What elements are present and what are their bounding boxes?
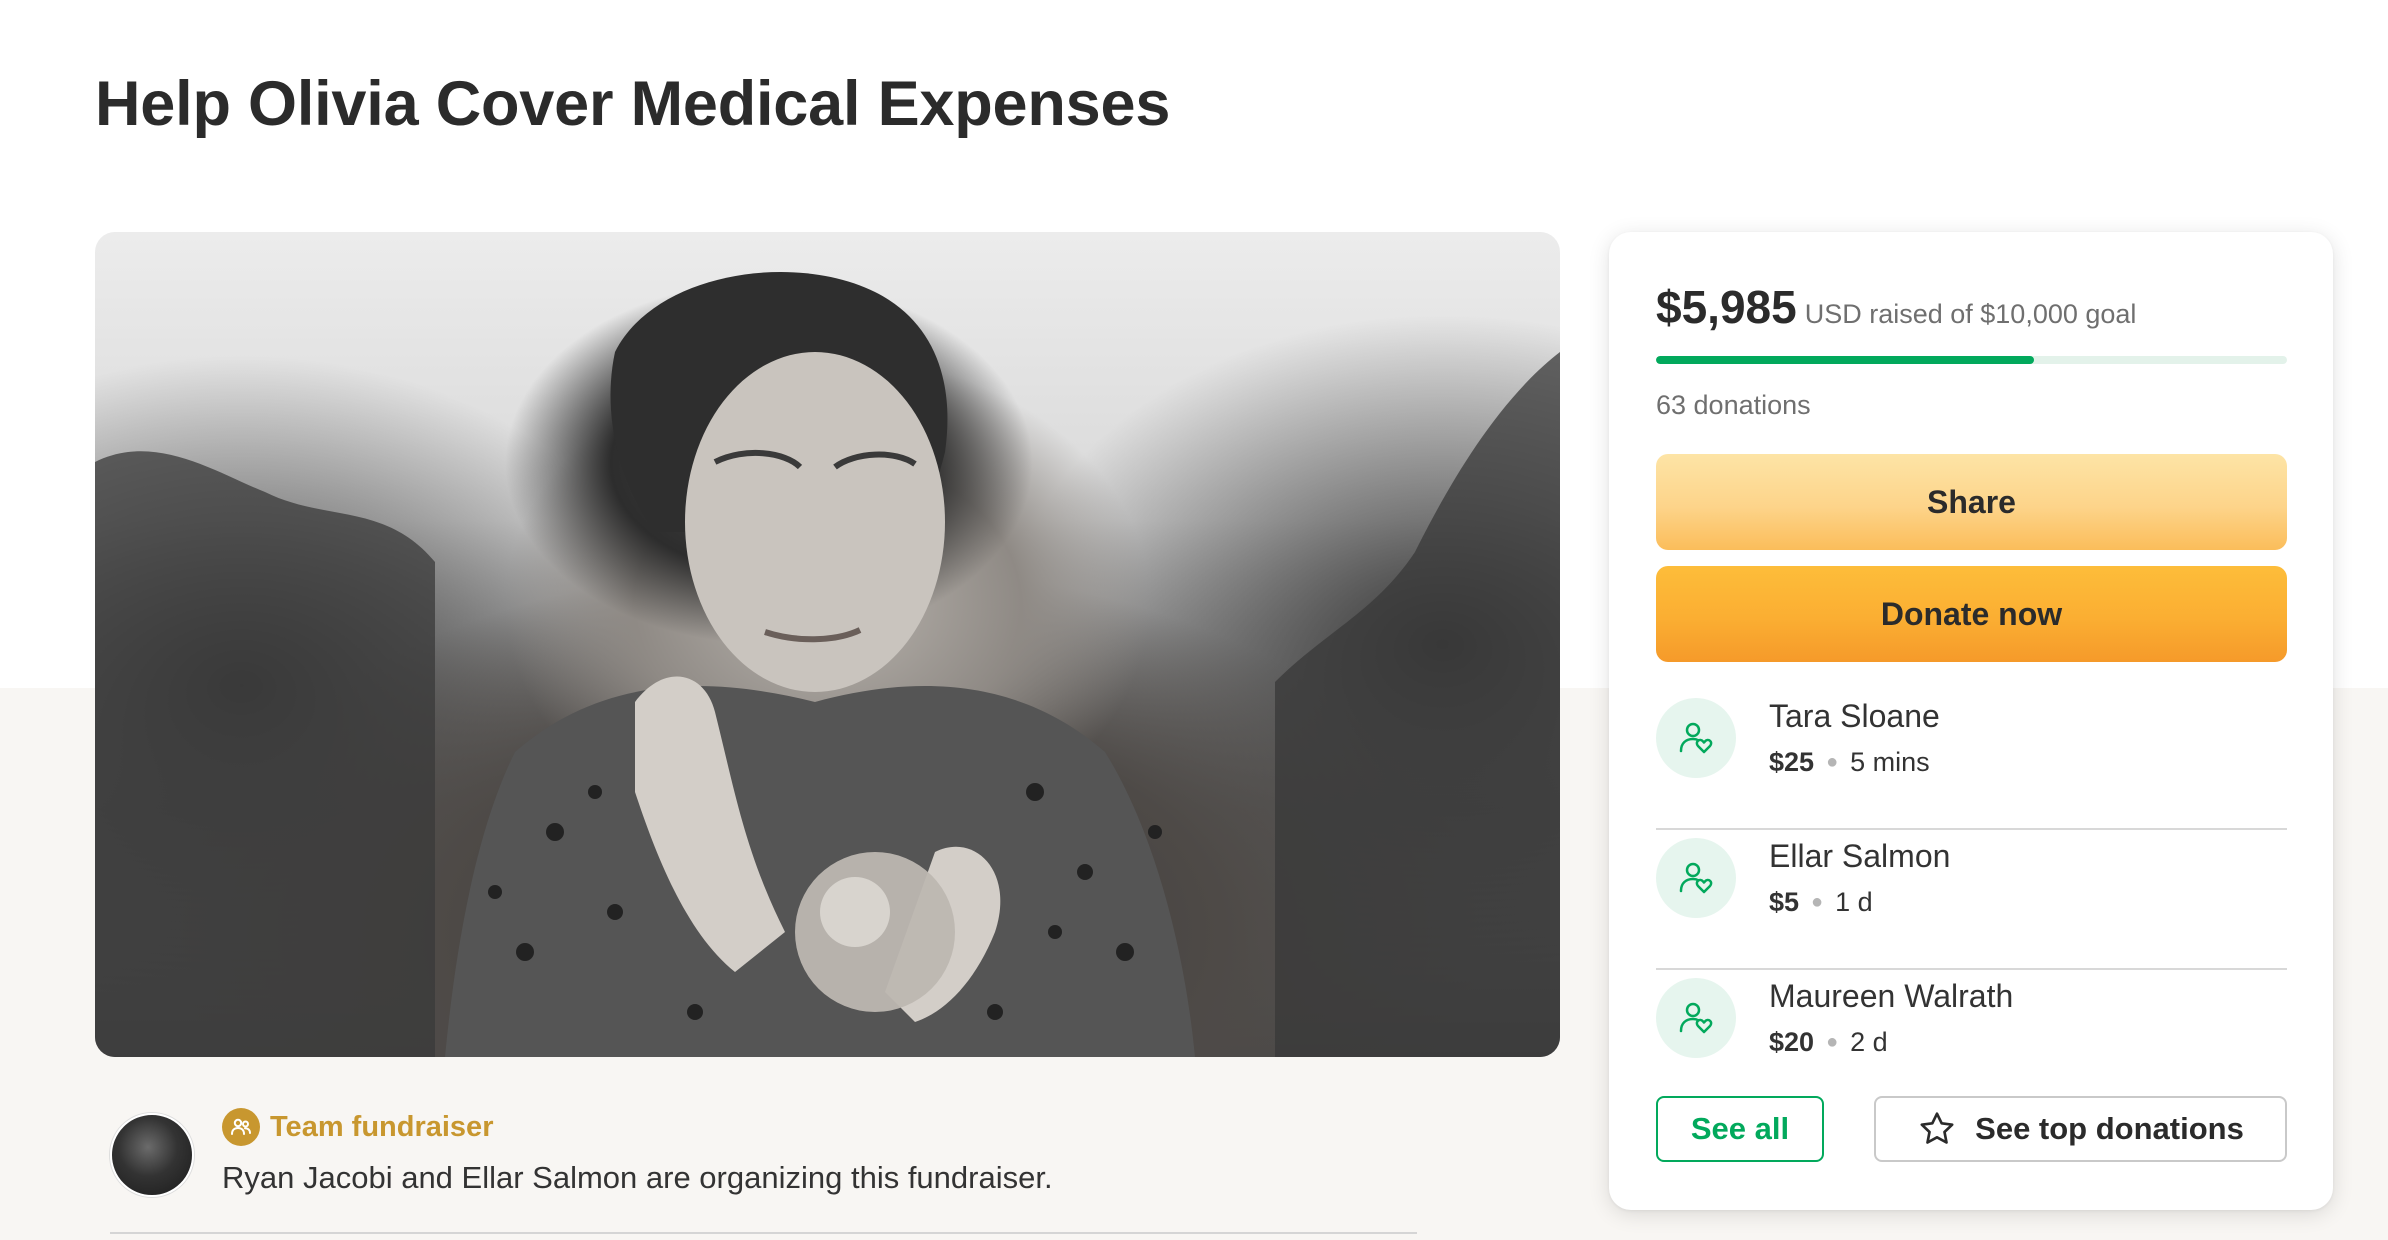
donor-time: 2 d [1850,1027,1888,1057]
donor-amount: $25 [1769,747,1815,777]
donations-count: 63 donations [1656,390,1811,420]
donor-time: 5 mins [1850,747,1930,777]
donor-name: Maureen Walrath [1769,978,2014,1014]
donor-name: Ellar Salmon [1769,838,1951,874]
separator-dot: ● [1826,751,1839,773]
organizer-text: Ryan Jacobi and Ellar Salmon are organiz… [222,1160,1053,1195]
donor-meta: $25 ● 5 mins [1769,747,1930,778]
raised-goal-text: USD raised of $10,000 goal [1804,299,2137,329]
donation-card: $5,985 USD raised of $10,000 goal 63 dona… [1609,232,2333,1210]
donor-heart-icon [1656,978,1736,1058]
see-top-donations-label: See top donations [1975,1111,2244,1146]
donor-item: Ellar Salmon $5 ● 1 d [1656,828,2287,970]
donor-amount: $5 [1769,887,1800,917]
donor-heart-icon [1656,698,1736,778]
team-fundraiser-text: Team fundraiser [270,1110,494,1143]
donor-meta: $20 ● 2 d [1769,1027,1888,1058]
progress-fill [1656,356,2034,364]
share-button[interactable]: Share [1656,454,2287,550]
donor-name: Tara Sloane [1769,698,1940,734]
organizer-avatar[interactable] [110,1113,194,1197]
donor-heart-icon [1656,838,1736,918]
raised-summary: $5,985 USD raised of $10,000 goal [1656,280,2136,334]
see-top-donations-button[interactable]: See top donations [1874,1096,2287,1162]
progress-bar [1656,356,2287,364]
donor-item: Tara Sloane $25 ● 5 mins [1656,688,2287,830]
donor-meta: $5 ● 1 d [1769,887,1873,918]
team-fundraiser-label: Team fundraiser [222,1108,493,1146]
donor-item: Maureen Walrath $20 ● 2 d [1656,968,2287,1108]
separator-dot: ● [1826,1031,1839,1053]
separator-dot: ● [1811,891,1824,913]
divider [110,1232,1417,1234]
see-all-button[interactable]: See all [1656,1096,1824,1162]
hero-photo-illustration [95,272,1560,1057]
star-icon [1920,1112,1954,1144]
raised-amount: $5,985 [1656,281,1797,333]
team-icon [222,1108,260,1146]
page-title: Help Olivia Cover Medical Expenses [95,69,1171,139]
donor-amount: $20 [1769,1027,1815,1057]
donate-now-button[interactable]: Donate now [1656,566,2287,662]
donor-time: 1 d [1835,887,1873,917]
hero-image[interactable] [95,232,1560,1057]
